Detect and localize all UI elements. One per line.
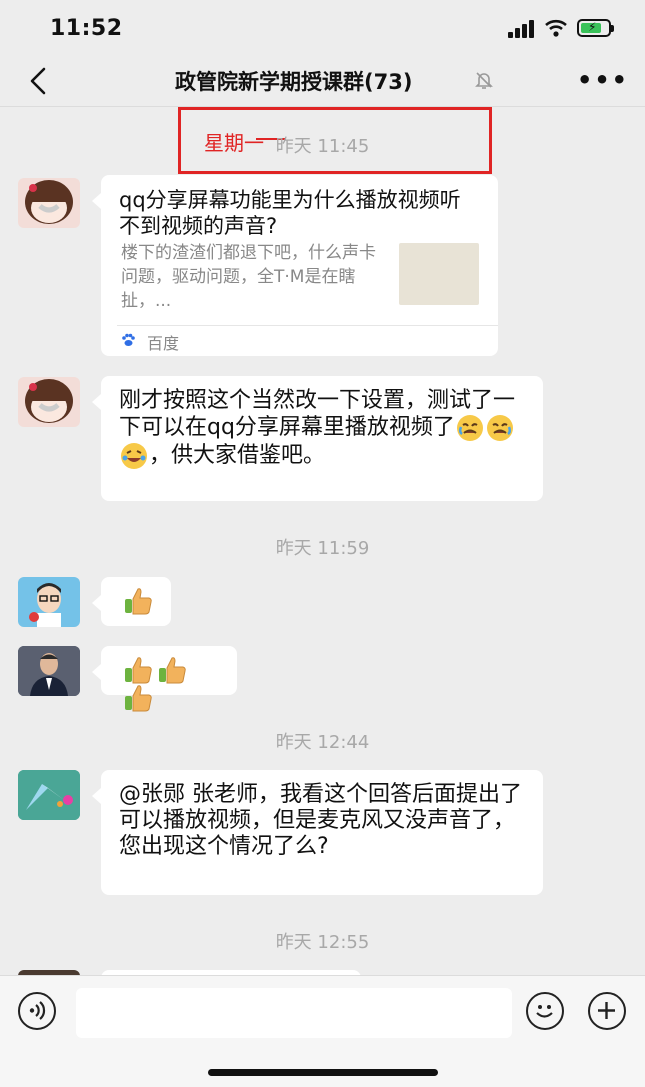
message-bubble[interactable] [92,646,237,712]
laughing-tears-emoji-icon [121,443,147,469]
message-bubble[interactable]: 刚才按照这个当然改一下设置，测试了一下可以在qq分享屏幕里播放视频了，供大家借鉴… [92,376,543,501]
avatar[interactable] [18,770,80,820]
battery-icon: ⚡ [577,19,614,37]
status-time: 11:52 [50,16,123,41]
bell-slash-icon [475,72,493,89]
voice-icon [29,1001,46,1020]
card-thumbnail [399,243,479,305]
timestamp: 昨天 11:59 [275,538,370,559]
voice-input-button[interactable] [18,992,56,1030]
timestamp: 昨天 11:45 [275,136,370,157]
thumbs-up-emoji-icon [125,657,152,684]
avatar[interactable] [18,577,80,627]
crying-emoji-icon [486,415,513,441]
message-bubble[interactable] [92,577,171,626]
card-source: 百度 [147,334,180,353]
cellular-signal-icon [508,20,536,38]
status-bar: 11:52 ⚡ [0,0,645,58]
thumbs-up-emoji-icon [125,588,152,615]
card-divider [117,325,498,326]
timestamp: 昨天 12:44 [275,732,370,753]
input-bar [0,975,645,1087]
home-indicator [208,1069,438,1076]
thumbs-up-emoji-icon [125,685,152,712]
avatar[interactable] [18,178,80,228]
more-actions-button[interactable] [588,992,626,1030]
chat-title: 政管院新学期授课群(73) [175,70,413,94]
crying-emoji-icon [456,415,483,441]
more-options-icon[interactable]: ••• [577,68,627,92]
message-bubble[interactable]: @张郧 张老师，我看这个回答后面提出了 可以播放视频，但是麦克风又没声音了，您出… [92,770,543,895]
message-text: 刚才按照这个当然改一下设置，测试了一下可以在qq分享屏幕里播放视频了，供大家借鉴… [119,388,516,469]
chevron-left-icon[interactable] [24,64,54,98]
link-card[interactable]: qq分享屏幕功能里为什么播放视频听不到视频的声音? 楼下的渣渣们都退下吧，什么声… [92,175,498,356]
card-description: 楼下的渣渣们都退下吧，什么声卡问题，驱动问题，全T·M是在瞎扯，... [121,243,376,311]
emoji-button[interactable] [526,992,564,1030]
avatar[interactable] [18,646,80,696]
baidu-paw-icon [122,333,135,346]
card-title: qq分享屏幕功能里为什么播放视频听不到视频的声音? [119,188,461,238]
chat-header: 政管院新学期授课群(73) ••• [0,58,645,107]
timestamp: 昨天 12:55 [275,932,370,953]
message-text: @张郧 张老师，我看这个回答后面提出了 可以播放视频，但是麦克风又没声音了，您出… [119,782,522,859]
thumbs-up-emoji-icon [159,657,186,684]
wifi-icon [545,19,567,37]
smiley-icon [536,1005,553,1018]
avatar[interactable] [18,377,80,427]
message-input[interactable] [76,988,512,1038]
plus-icon [598,1002,615,1019]
